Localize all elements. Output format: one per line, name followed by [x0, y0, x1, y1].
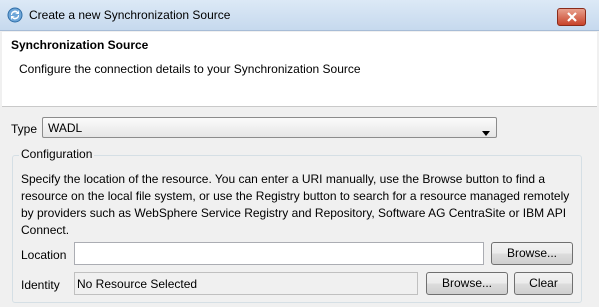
type-label: Type [11, 122, 38, 136]
window-title: Create a new Synchronization Source [29, 8, 231, 22]
identity-value: No Resource Selected [77, 277, 198, 291]
title-bar: Create a new Synchronization Source [0, 0, 599, 31]
sync-icon [7, 7, 23, 23]
clear-button[interactable]: Clear [514, 272, 573, 295]
location-input[interactable] [74, 242, 484, 265]
type-dropdown[interactable]: WADL [42, 117, 497, 138]
close-button[interactable] [557, 8, 586, 26]
configuration-description: Specify the location of the resource. Yo… [21, 172, 570, 237]
configuration-legend: Configuration [19, 147, 95, 161]
location-label: Location [21, 248, 67, 262]
identity-field: No Resource Selected [74, 272, 418, 295]
close-icon [567, 12, 577, 22]
identity-browse-button[interactable]: Browse... [426, 272, 508, 295]
location-browse-button[interactable]: Browse... [491, 242, 573, 265]
header-panel: Synchronization Source Configure the con… [2, 32, 597, 107]
identity-label: Identity [21, 278, 60, 292]
type-selected-value: WADL [48, 121, 83, 135]
header-title: Synchronization Source [11, 38, 149, 52]
chevron-down-icon [482, 125, 490, 139]
header-description: Configure the connection details to your… [19, 62, 361, 76]
